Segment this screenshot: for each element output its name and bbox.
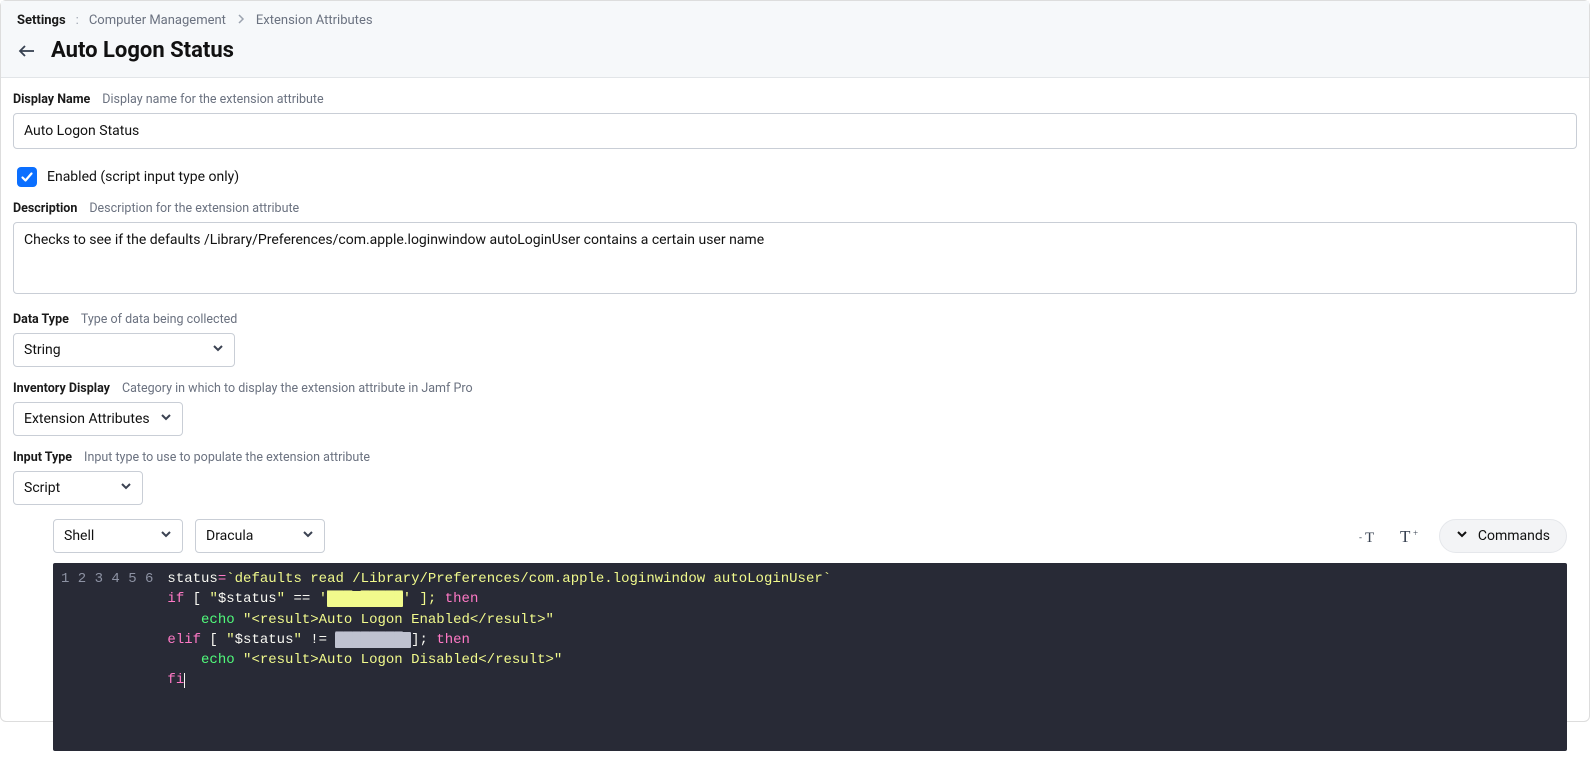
input-type-label: Input Type (13, 450, 72, 465)
inventory-display-label: Inventory Display (13, 381, 110, 396)
script-theme-select[interactable]: Dracula (195, 519, 325, 553)
field-display-name: Display Name Display name for the extens… (13, 92, 1577, 149)
svg-text:T: T (1365, 530, 1374, 545)
caret-down-icon (120, 480, 132, 496)
caret-down-icon (212, 342, 224, 358)
page-header: Settings : Computer Management Extension… (1, 1, 1589, 78)
data-type-value: String (24, 342, 61, 358)
editor-code[interactable]: status=`defaults read /Library/Preferenc… (161, 563, 1567, 751)
script-language-value: Shell (64, 528, 94, 544)
field-data-type: Data Type Type of data being collected S… (13, 312, 1577, 367)
enabled-label: Enabled (script input type only) (47, 169, 239, 185)
editor-gutter: 1 2 3 4 5 6 (53, 563, 161, 751)
font-increase-icon[interactable]: T+ (1397, 522, 1425, 550)
svg-text:T: T (1400, 527, 1411, 545)
field-description: Description Description for the extensio… (13, 201, 1577, 298)
breadcrumb-root[interactable]: Settings (17, 13, 66, 28)
editor-cursor (184, 673, 185, 688)
breadcrumb-level2[interactable]: Extension Attributes (256, 13, 373, 28)
caret-down-icon (160, 411, 172, 427)
back-arrow-icon[interactable] (17, 41, 37, 61)
breadcrumb-sep: : (76, 13, 79, 28)
input-type-select[interactable]: Script (13, 471, 143, 505)
inventory-display-hint: Category in which to display the extensi… (122, 381, 473, 396)
svg-text:-: - (1359, 532, 1362, 542)
input-type-value: Script (24, 480, 60, 496)
data-type-hint: Type of data being collected (81, 312, 238, 327)
input-type-hint: Input type to use to populate the extens… (84, 450, 370, 465)
svg-text:+: + (1413, 528, 1418, 538)
script-language-select[interactable]: Shell (53, 519, 183, 553)
checkbox-checked-icon[interactable] (17, 167, 37, 187)
breadcrumb-level1[interactable]: Computer Management (89, 13, 226, 28)
commands-button[interactable]: Commands (1439, 519, 1567, 553)
caret-down-icon (160, 528, 172, 544)
description-hint: Description for the extension attribute (89, 201, 299, 216)
code-editor[interactable]: 1 2 3 4 5 6 status=`defaults read /Libra… (53, 563, 1567, 751)
caret-down-icon (302, 528, 314, 544)
chevron-right-icon (236, 13, 246, 28)
display-name-input[interactable] (13, 113, 1577, 149)
breadcrumb: Settings : Computer Management Extension… (17, 13, 1573, 28)
enabled-checkbox-row[interactable]: Enabled (script input type only) (13, 163, 1577, 193)
inventory-display-select[interactable]: Extension Attributes (13, 402, 183, 436)
script-block: Shell Dracula -T T+ (53, 519, 1567, 751)
display-name-label: Display Name (13, 92, 90, 107)
script-toolbar: Shell Dracula -T T+ (53, 519, 1567, 563)
description-label: Description (13, 201, 77, 216)
display-name-hint: Display name for the extension attribute (102, 92, 323, 107)
form-body: Display Name Display name for the extens… (1, 78, 1589, 763)
field-inventory-display: Inventory Display Category in which to d… (13, 381, 1577, 436)
data-type-select[interactable]: String (13, 333, 235, 367)
description-input[interactable] (13, 222, 1577, 294)
data-type-label: Data Type (13, 312, 69, 327)
page-title: Auto Logon Status (51, 38, 234, 63)
commands-label: Commands (1478, 528, 1550, 544)
inventory-display-value: Extension Attributes (24, 411, 150, 427)
script-theme-value: Dracula (206, 528, 253, 544)
field-input-type: Input Type Input type to use to populate… (13, 450, 1577, 505)
chevron-down-icon (1456, 528, 1468, 544)
font-decrease-icon[interactable]: -T (1355, 522, 1383, 550)
